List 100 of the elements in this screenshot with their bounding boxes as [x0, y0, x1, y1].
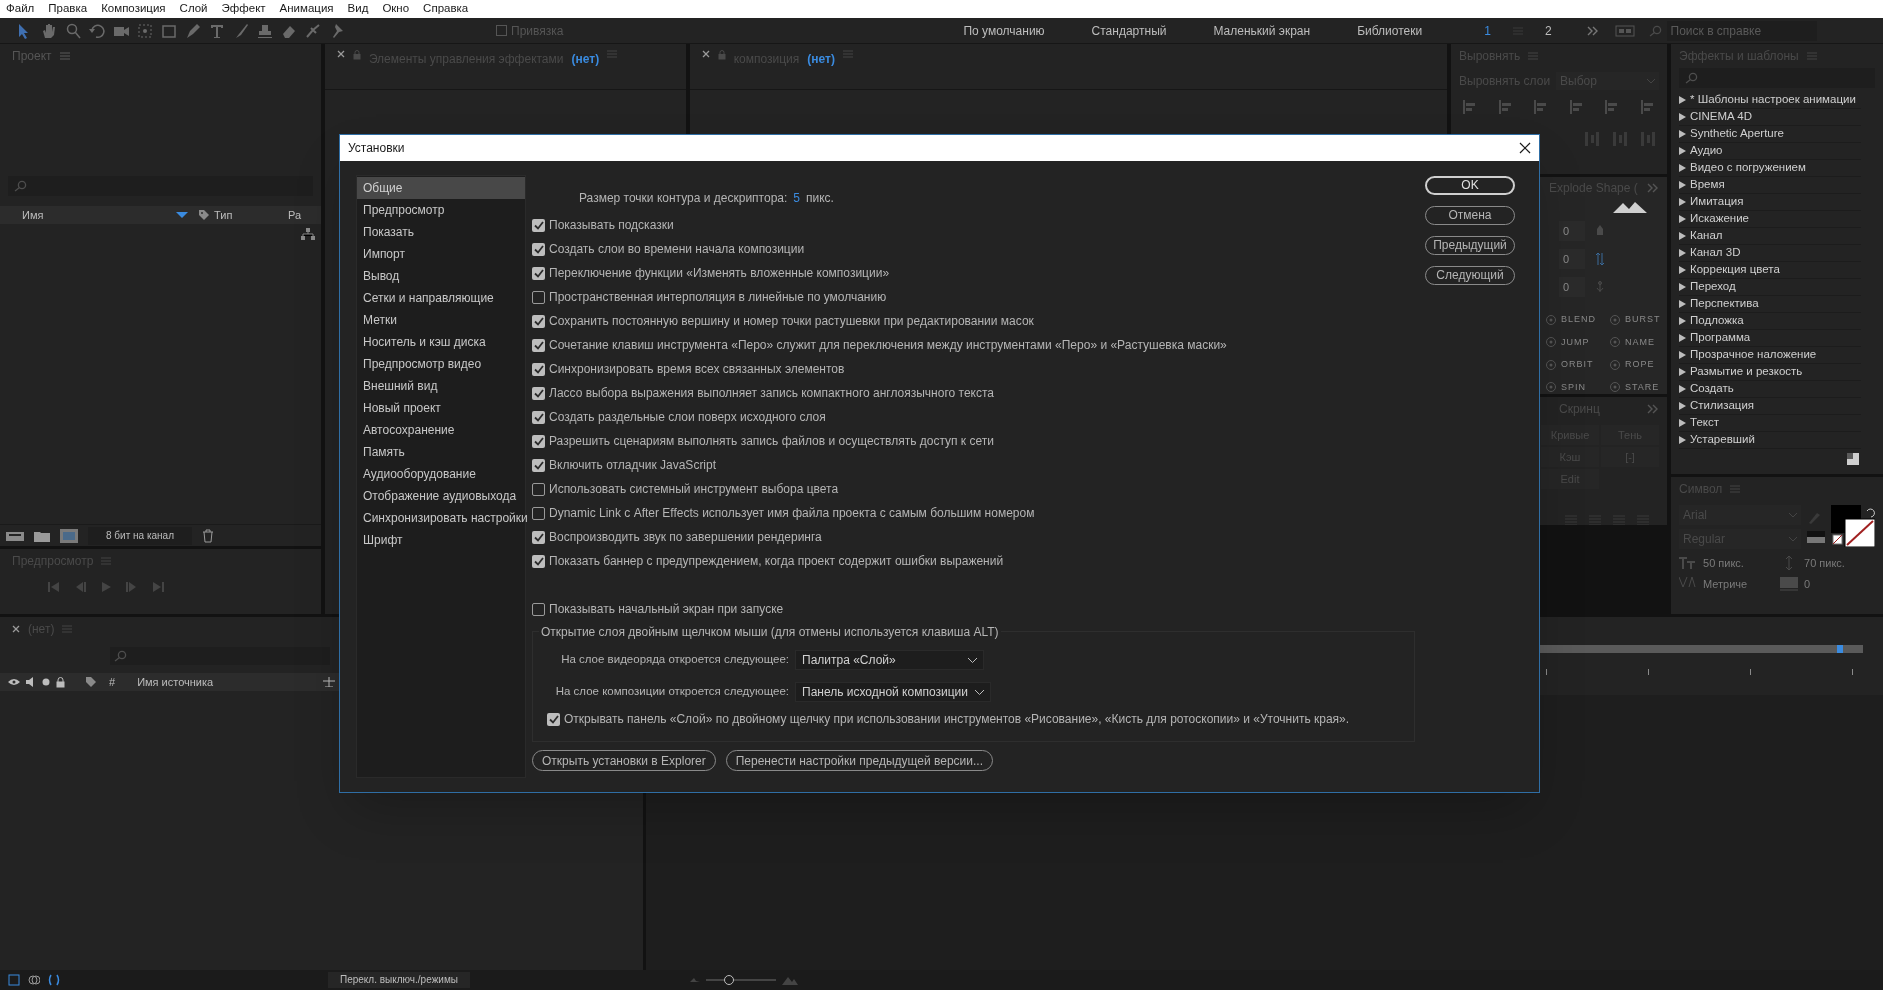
action-icon[interactable] — [1609, 358, 1621, 371]
expand-arrow-icon[interactable] — [1679, 419, 1686, 427]
speaker-icon[interactable] — [26, 677, 36, 687]
category-item[interactable]: Предпросмотр — [357, 199, 525, 221]
menu-item[interactable]: Эффект — [221, 0, 266, 18]
expand-arrow-icon[interactable] — [1679, 249, 1686, 257]
workspace-tab[interactable]: Маленький экран — [1213, 21, 1311, 40]
close-icon[interactable] — [336, 50, 345, 58]
expand-arrow-icon[interactable] — [1679, 351, 1686, 359]
align-icon[interactable] — [1569, 100, 1584, 114]
checkbox[interactable] — [532, 482, 545, 496]
number-field[interactable]: 0 — [1559, 249, 1585, 269]
column-name[interactable]: Имя источника — [137, 673, 318, 691]
effect-category[interactable]: Создать — [1679, 381, 1861, 398]
chevron-icon[interactable] — [1647, 183, 1659, 193]
skip-forward-icon[interactable] — [152, 581, 164, 593]
effect-category[interactable]: Подложка — [1679, 313, 1861, 330]
action-icon[interactable] — [1545, 336, 1557, 349]
effect-category[interactable]: Прозрачное наложение — [1679, 347, 1861, 364]
tracking-value[interactable]: 0 — [1804, 575, 1875, 592]
action-label[interactable]: BURST — [1625, 313, 1661, 327]
effect-category[interactable]: Перспектива — [1679, 296, 1861, 313]
category-item[interactable]: Вывод — [357, 265, 525, 287]
leading-value[interactable]: 70 пикс. — [1804, 555, 1875, 572]
checkbox[interactable] — [532, 602, 545, 616]
effect-category[interactable]: Аудио — [1679, 143, 1861, 160]
checkbox[interactable] — [532, 458, 545, 472]
category-item[interactable]: Сетки и направляющие — [357, 287, 525, 309]
expand-arrow-icon[interactable] — [1679, 198, 1686, 206]
menu-item[interactable]: Справка — [423, 0, 469, 18]
category-item[interactable]: Метки — [357, 309, 525, 331]
align-icon[interactable] — [1498, 100, 1513, 114]
menu-item[interactable]: Слой — [179, 0, 208, 18]
action-label[interactable]: SPIN — [1561, 380, 1587, 394]
parent-icon[interactable] — [323, 677, 336, 687]
step-back-icon[interactable] — [74, 581, 86, 593]
trash-icon[interactable] — [202, 528, 214, 543]
column-name[interactable]: Имя — [22, 206, 172, 224]
expand-arrow-icon[interactable] — [1679, 385, 1686, 393]
zoom-icon[interactable] — [64, 21, 82, 40]
effect-category[interactable]: Имитация — [1679, 194, 1861, 211]
sort-arrow-icon[interactable] — [176, 211, 188, 219]
action-icon[interactable] — [1609, 381, 1621, 394]
zoom-in-icon[interactable] — [781, 975, 798, 985]
checkbox[interactable] — [532, 434, 545, 448]
expand-arrow-icon[interactable] — [1679, 436, 1686, 444]
align-icon[interactable] — [1641, 100, 1655, 114]
effect-category[interactable]: Текст — [1679, 415, 1861, 432]
search-field[interactable] — [1679, 68, 1875, 88]
expand-arrow-icon[interactable] — [1679, 317, 1686, 325]
checkbox[interactable] — [532, 290, 545, 304]
number-field[interactable]: 0 — [1559, 221, 1585, 241]
action-label[interactable]: JUMP — [1561, 335, 1590, 349]
effect-category[interactable]: Коррекция цвета — [1679, 262, 1861, 279]
search-field[interactable] — [8, 176, 313, 196]
checkbox[interactable] — [532, 554, 545, 568]
workspace-tab[interactable]: 1 — [1484, 21, 1491, 40]
category-item[interactable]: Общие — [357, 177, 525, 199]
effect-category[interactable]: Время — [1679, 177, 1861, 194]
category-item[interactable]: Импорт — [357, 243, 525, 265]
fill-stroke-swatch-icon[interactable] — [1831, 505, 1875, 547]
expand-arrow-icon[interactable] — [1679, 300, 1686, 308]
effect-category[interactable]: Размытие и резкость — [1679, 364, 1861, 381]
category-item[interactable]: Носитель и кэш диска — [357, 331, 525, 353]
vertical-arrows-icon[interactable] — [1595, 253, 1605, 265]
checkbox[interactable] — [532, 362, 545, 376]
action-label[interactable]: ORBIT — [1561, 358, 1594, 372]
expand-arrow-icon[interactable] — [1679, 215, 1686, 223]
action-icon[interactable] — [1545, 313, 1557, 326]
expand-arrow-icon[interactable] — [1679, 96, 1686, 104]
interpret-footage-icon[interactable] — [6, 529, 24, 542]
align-icon[interactable] — [1605, 100, 1620, 114]
expand-arrow-icon[interactable] — [1679, 113, 1686, 121]
step-forward-icon[interactable] — [126, 581, 138, 593]
expand-arrow-icon[interactable] — [1679, 334, 1686, 342]
chevron-icon[interactable] — [1586, 25, 1599, 36]
braces-icon[interactable] — [48, 974, 60, 986]
composition-mini-icon[interactable] — [8, 974, 20, 986]
blend-modes-icon[interactable] — [28, 974, 40, 986]
category-item[interactable]: Автосохранение — [357, 419, 525, 441]
action-label[interactable]: NAME — [1625, 335, 1656, 349]
checkbox[interactable] — [532, 242, 545, 256]
workspace-tab[interactable]: 2 — [1544, 21, 1552, 40]
tag-icon[interactable] — [85, 676, 97, 688]
expand-arrow-icon[interactable] — [1679, 181, 1686, 189]
lock-icon[interactable] — [56, 676, 65, 688]
dialog-button[interactable]: OK — [1425, 176, 1515, 195]
expand-arrow-icon[interactable] — [1679, 130, 1686, 138]
slider-thumb[interactable] — [723, 975, 734, 985]
effect-category[interactable]: Видео с погружением — [1679, 160, 1861, 177]
help-search-field[interactable]: Поиск в справке — [1666, 20, 1817, 41]
new-composition-icon[interactable] — [60, 528, 78, 543]
skip-back-icon[interactable] — [48, 581, 60, 593]
effect-category[interactable]: CINEMA 4D — [1679, 109, 1861, 126]
expand-arrow-icon[interactable] — [1679, 266, 1686, 274]
close-icon[interactable] — [701, 50, 710, 58]
hierarchy-icon[interactable] — [300, 228, 315, 240]
category-item[interactable]: Отображение аудиовыхода — [357, 485, 525, 507]
effect-category[interactable]: Канал — [1679, 228, 1861, 245]
align-icon[interactable] — [1463, 100, 1477, 114]
